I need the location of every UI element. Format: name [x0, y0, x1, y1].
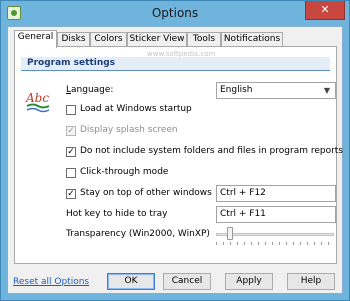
ok-button[interactable]: OK [107, 273, 155, 290]
transparency-slider-ticks [216, 242, 334, 245]
load-at-startup-label: Load at Windows startup [80, 104, 192, 114]
window-title: Options [151, 6, 199, 20]
stay-on-top-label: Stay on top of other windows [80, 188, 212, 198]
hide-tray-label: Hot key to hide to tray [66, 209, 168, 219]
general-panel: www.softpedia.com Program settings Abc L… [14, 46, 343, 264]
program-settings-header: Program settings [21, 57, 330, 71]
hide-tray-hotkey-field[interactable]: Ctrl + F11 [216, 206, 336, 223]
svg-text:Abc: Abc [25, 91, 49, 105]
close-button[interactable]: ✕ [305, 1, 345, 20]
exclude-system-checkbox[interactable]: ✓ [66, 147, 76, 157]
close-icon: ✕ [320, 3, 330, 16]
dialog-client: General Disks Colors Sticker View Tools … [7, 26, 343, 294]
click-through-label: Click-through mode [80, 167, 169, 177]
apply-button[interactable]: Apply [225, 273, 273, 290]
transparency-slider-thumb[interactable] [227, 227, 233, 240]
tab-disks[interactable]: Disks [57, 32, 90, 47]
transparency-slider-track[interactable] [216, 233, 334, 236]
options-window: Options ✕ General Disks Colors Sticker V… [0, 0, 350, 301]
tab-notifications[interactable]: Notifications [221, 32, 283, 47]
tab-tools[interactable]: Tools [187, 32, 221, 47]
tab-sticker-view[interactable]: Sticker View [127, 32, 187, 47]
stay-on-top-hotkey-field[interactable]: Ctrl + F12 [216, 185, 336, 202]
language-label: Language: [66, 85, 114, 95]
language-value: English [220, 85, 253, 95]
chevron-down-icon: ▼ [323, 86, 331, 95]
language-icon: Abc [25, 91, 50, 113]
reset-all-options-link[interactable]: Reset all Options [13, 277, 89, 287]
tab-general[interactable]: General [14, 30, 57, 48]
language-select[interactable]: English ▼ [216, 82, 336, 99]
cancel-button[interactable]: Cancel [163, 273, 211, 290]
load-at-startup-checkbox[interactable] [66, 105, 76, 115]
title-bar[interactable]: Options ✕ [1, 1, 349, 25]
stay-on-top-checkbox[interactable]: ✓ [66, 189, 76, 199]
help-button[interactable]: Help [287, 273, 335, 290]
transparency-label: Transparency (Win2000, WinXP) [66, 229, 210, 239]
exclude-system-label: Do not include system folders and files … [80, 146, 344, 156]
splash-screen-checkbox[interactable]: ✓ [66, 126, 76, 136]
splash-screen-label: Display splash screen [80, 125, 178, 135]
click-through-checkbox[interactable] [66, 168, 76, 178]
tab-colors[interactable]: Colors [90, 32, 127, 47]
